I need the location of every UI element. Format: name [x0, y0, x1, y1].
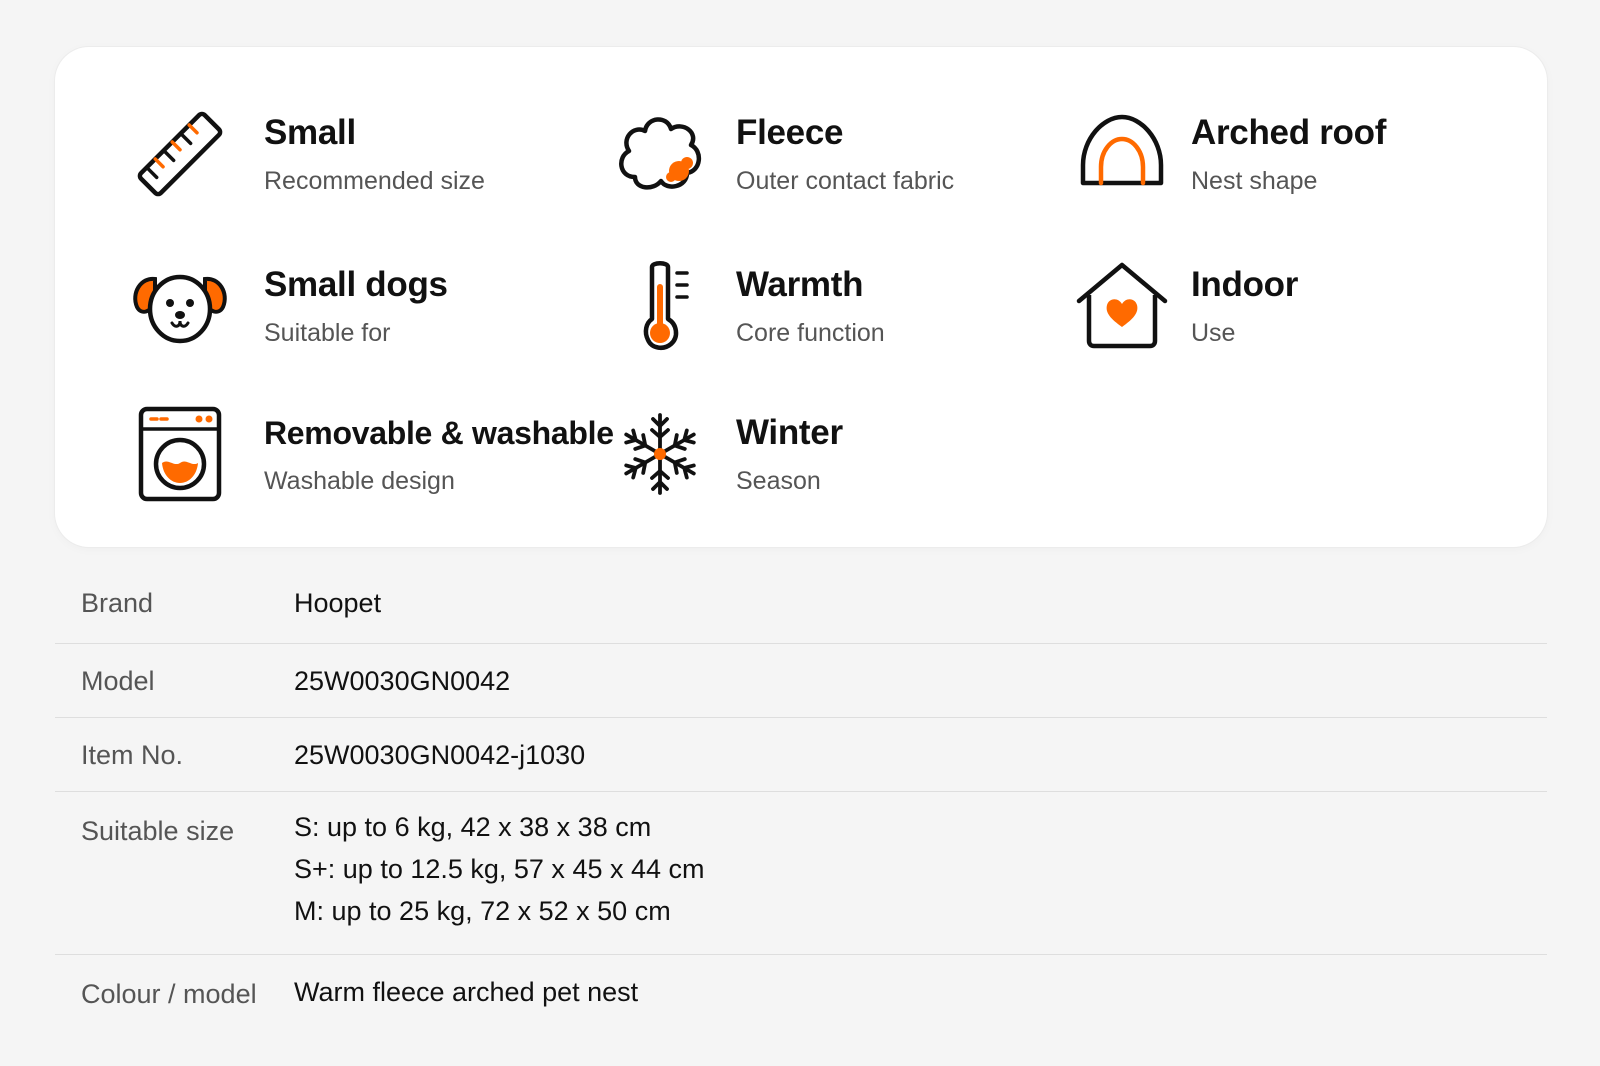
feature-function: Warmth Core function — [605, 251, 1045, 361]
snowflake-icon — [605, 399, 715, 509]
fleece-cloud-icon — [605, 99, 715, 209]
feature-shape: Arched roof Nest shape — [1067, 99, 1507, 209]
spec-label: Colour / model — [81, 979, 257, 1009]
feature-title: Arched roof — [1191, 113, 1387, 152]
feature-size: Small Recommended size — [125, 99, 595, 209]
feature-subtitle: Season — [736, 467, 821, 495]
house-heart-icon — [1067, 251, 1177, 361]
feature-title: Removable & washable — [264, 415, 614, 451]
spec-label: Brand — [81, 588, 154, 618]
size-line: S: up to 6 kg, 42 x 38 x 38 cm — [294, 812, 652, 842]
feature-title: Indoor — [1191, 265, 1299, 304]
feature-subtitle: Outer contact fabric — [736, 167, 955, 195]
feature-subtitle: Recommended size — [264, 167, 485, 195]
feature-season: Winter Season — [605, 399, 1045, 509]
arched-roof-icon — [1067, 99, 1177, 209]
feature-title: Winter — [736, 413, 843, 452]
spec-value: 25W0030GN0042 — [294, 666, 511, 696]
feature-use: Indoor Use — [1067, 251, 1507, 361]
feature-title: Warmth — [736, 265, 864, 304]
feature-subtitle: Use — [1191, 319, 1236, 347]
feature-title: Fleece — [736, 113, 844, 152]
feature-title: Small dogs — [264, 265, 448, 304]
spec-row-suitable-size: Suitable size S: up to 6 kg, 42 x 38 x 3… — [55, 792, 1547, 955]
feature-suitable: Small dogs Suitable for — [125, 251, 595, 361]
feature-subtitle: Washable design — [264, 467, 455, 495]
spec-value: Warm fleece arched pet nest — [294, 977, 639, 1007]
spec-value: S: up to 6 kg, 42 x 38 x 38 cm S+: up to… — [294, 806, 705, 932]
size-line: M: up to 25 kg, 72 x 52 x 50 cm — [294, 896, 671, 926]
spec-label: Suitable size — [81, 816, 235, 846]
size-line: S+: up to 12.5 kg, 57 x 45 x 44 cm — [294, 854, 705, 884]
spec-value: 25W0030GN0042-j1030 — [294, 740, 586, 770]
specs-table: Brand Hoopet Model 25W0030GN0042 Item No… — [55, 565, 1547, 1035]
spec-label: Model — [81, 666, 155, 696]
spec-row-colour-model: Colour / model Warm fleece arched pet ne… — [55, 955, 1547, 1035]
washing-machine-icon — [125, 399, 235, 509]
spec-row-brand: Brand Hoopet — [55, 565, 1547, 644]
ruler-icon — [125, 99, 235, 209]
feature-subtitle: Nest shape — [1191, 167, 1318, 195]
spec-row-model: Model 25W0030GN0042 — [55, 644, 1547, 718]
spec-label: Item No. — [81, 740, 184, 770]
feature-fabric: Fleece Outer contact fabric — [605, 99, 1045, 209]
dog-face-icon — [125, 251, 235, 361]
spec-row-item-no: Item No. 25W0030GN0042-j1030 — [55, 718, 1547, 792]
features-card: Small Recommended size Fleece Outer cont… — [55, 47, 1547, 547]
thermometer-icon — [605, 251, 715, 361]
feature-subtitle: Suitable for — [264, 319, 391, 347]
feature-title: Small — [264, 113, 356, 152]
feature-subtitle: Core function — [736, 319, 885, 347]
feature-care: Removable & washable Washable design — [125, 399, 614, 509]
spec-value: Hoopet — [294, 588, 382, 618]
